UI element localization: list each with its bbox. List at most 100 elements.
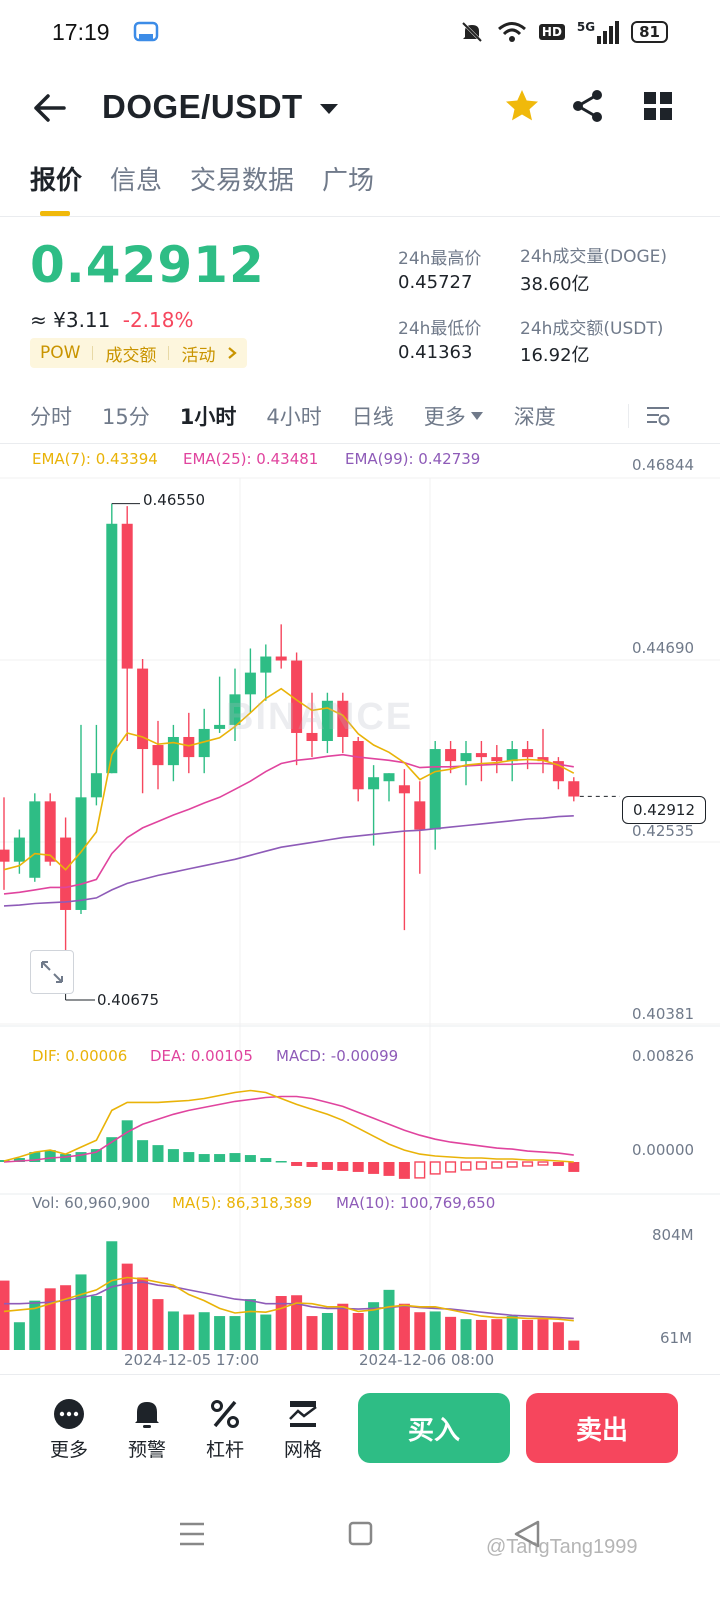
candle-body bbox=[352, 741, 364, 790]
header: DOGE/USDT bbox=[0, 72, 720, 142]
interval-15m[interactable]: 15分 bbox=[102, 401, 150, 431]
back-arrow-icon[interactable] bbox=[30, 88, 70, 128]
tab-quote[interactable]: 报价 bbox=[30, 160, 82, 216]
price-change: -2.18% bbox=[122, 308, 194, 332]
stat-volume-label: 24h成交量(DOGE) bbox=[520, 247, 668, 267]
tab-square[interactable]: 广场 bbox=[322, 160, 374, 216]
tab-trading-data[interactable]: 交易数据 bbox=[190, 160, 294, 216]
volume-bar bbox=[383, 1289, 395, 1350]
volume-bar bbox=[398, 1303, 410, 1350]
credit-watermark: @TangTang1999 bbox=[486, 1536, 638, 1558]
macd-bar bbox=[183, 1152, 195, 1162]
macd-bar bbox=[275, 1161, 287, 1163]
macd-bar bbox=[337, 1162, 349, 1171]
caret-down-icon[interactable] bbox=[318, 102, 340, 116]
notification-app-icon bbox=[133, 21, 158, 42]
leverage-button[interactable]: 杠杆 bbox=[190, 1397, 260, 1462]
legend-ema7: EMA(7): 0.43394 bbox=[32, 450, 158, 468]
kline-chart[interactable] bbox=[0, 444, 720, 1374]
alert-button[interactable]: 预警 bbox=[112, 1397, 182, 1462]
interval-4h[interactable]: 4小时 bbox=[266, 401, 321, 431]
buy-button[interactable]: 买入 bbox=[358, 1393, 510, 1463]
volume-bar bbox=[429, 1311, 441, 1350]
bell-icon bbox=[135, 1402, 159, 1428]
favorite-star-icon[interactable] bbox=[502, 86, 542, 126]
caret-down-icon bbox=[470, 412, 483, 420]
candle-body bbox=[398, 785, 410, 794]
legend-ma5: MA(5): 86,318,389 bbox=[172, 1194, 313, 1212]
interval-1d[interactable]: 日线 bbox=[352, 401, 394, 431]
interval-more[interactable]: 更多 bbox=[424, 401, 484, 431]
tab-info[interactable]: 信息 bbox=[110, 160, 162, 216]
volume-bar bbox=[183, 1314, 195, 1350]
candle-body bbox=[214, 724, 226, 729]
tag-activity[interactable]: 活动 bbox=[181, 341, 215, 366]
expand-chart-button[interactable] bbox=[30, 950, 74, 994]
volume-bar bbox=[491, 1319, 503, 1350]
stat-low-value: 0.41363 bbox=[398, 342, 473, 363]
dif-line bbox=[3, 1089, 574, 1163]
macd-bar bbox=[537, 1161, 549, 1166]
volume-bar bbox=[537, 1319, 549, 1350]
macd-bar bbox=[306, 1162, 318, 1167]
volume-tick: 61M bbox=[660, 1329, 693, 1347]
volume-bar bbox=[90, 1296, 102, 1350]
candle-body bbox=[44, 801, 56, 862]
time-tick: 2024-12-05 17:00 bbox=[124, 1351, 260, 1369]
volume-bar bbox=[167, 1311, 179, 1350]
macd-bar bbox=[198, 1154, 210, 1162]
stat-amount-label: 24h成交额(USDT) bbox=[520, 319, 664, 339]
menu-nav-icon[interactable] bbox=[162, 1510, 222, 1560]
volume-bar bbox=[106, 1241, 118, 1350]
leverage-label: 杠杆 bbox=[205, 1439, 244, 1461]
sell-button[interactable]: 卖出 bbox=[526, 1393, 678, 1463]
macd-bar bbox=[506, 1161, 518, 1168]
candle-body bbox=[121, 523, 133, 669]
candle-body bbox=[429, 749, 441, 830]
hd-icon: HD bbox=[538, 24, 565, 40]
share-icon[interactable] bbox=[568, 86, 608, 126]
stat-volume-value: 38.60亿 bbox=[520, 274, 590, 295]
candle-body bbox=[106, 523, 118, 774]
ma10-line bbox=[4, 1281, 574, 1320]
macd-bar bbox=[368, 1162, 380, 1174]
candle-body bbox=[0, 849, 10, 862]
macd-bar bbox=[429, 1161, 441, 1175]
stat-high-value: 0.45727 bbox=[398, 272, 473, 293]
volume-bar bbox=[352, 1312, 364, 1350]
volume-bar bbox=[44, 1288, 56, 1350]
status-icons: HD 5G 81 bbox=[459, 19, 668, 45]
macd-bar bbox=[352, 1162, 364, 1172]
interval-1h[interactable]: 1小时 bbox=[180, 401, 237, 431]
price-tick: 0.44690 bbox=[632, 639, 695, 657]
interval-depth[interactable]: 深度 bbox=[514, 401, 556, 431]
price-tick: 0.46844 bbox=[632, 456, 695, 474]
macd-bar bbox=[90, 1149, 102, 1162]
grid-menu-icon[interactable] bbox=[638, 86, 678, 126]
candle-body bbox=[568, 781, 580, 797]
legend-dif: DIF: 0.00006 bbox=[32, 1047, 128, 1065]
grid-trading-button[interactable]: 网格 bbox=[268, 1397, 338, 1462]
interval-timeline[interactable]: 分时 bbox=[30, 401, 72, 431]
tag-separator bbox=[92, 346, 94, 360]
macd-bar bbox=[106, 1137, 118, 1162]
alert-label: 预警 bbox=[127, 1439, 166, 1461]
home-nav-icon[interactable] bbox=[330, 1510, 390, 1560]
tag-pow[interactable]: POW bbox=[40, 343, 80, 363]
macd-bar bbox=[552, 1162, 564, 1166]
legend-ema99: EMA(99): 0.42739 bbox=[345, 450, 481, 468]
pair-title[interactable]: DOGE/USDT bbox=[102, 88, 303, 126]
chevron-right-icon bbox=[228, 347, 238, 359]
tag-strip[interactable]: POW 成交额 活动 bbox=[30, 338, 248, 368]
macd-tick: 0.00826 bbox=[632, 1047, 695, 1065]
section-tabs: 报价 信息 交易数据 广场 bbox=[30, 160, 374, 216]
more-button[interactable]: 更多 bbox=[34, 1397, 104, 1462]
interval-more-label: 更多 bbox=[423, 405, 466, 429]
tag-amount[interactable]: 成交额 bbox=[105, 341, 156, 366]
volume-bar bbox=[229, 1316, 241, 1350]
volume-bar bbox=[552, 1322, 564, 1350]
chart-settings-icon[interactable] bbox=[645, 403, 671, 429]
battery-indicator: 81 bbox=[631, 21, 668, 43]
volume-bar bbox=[260, 1314, 272, 1350]
candle-body bbox=[60, 837, 72, 910]
